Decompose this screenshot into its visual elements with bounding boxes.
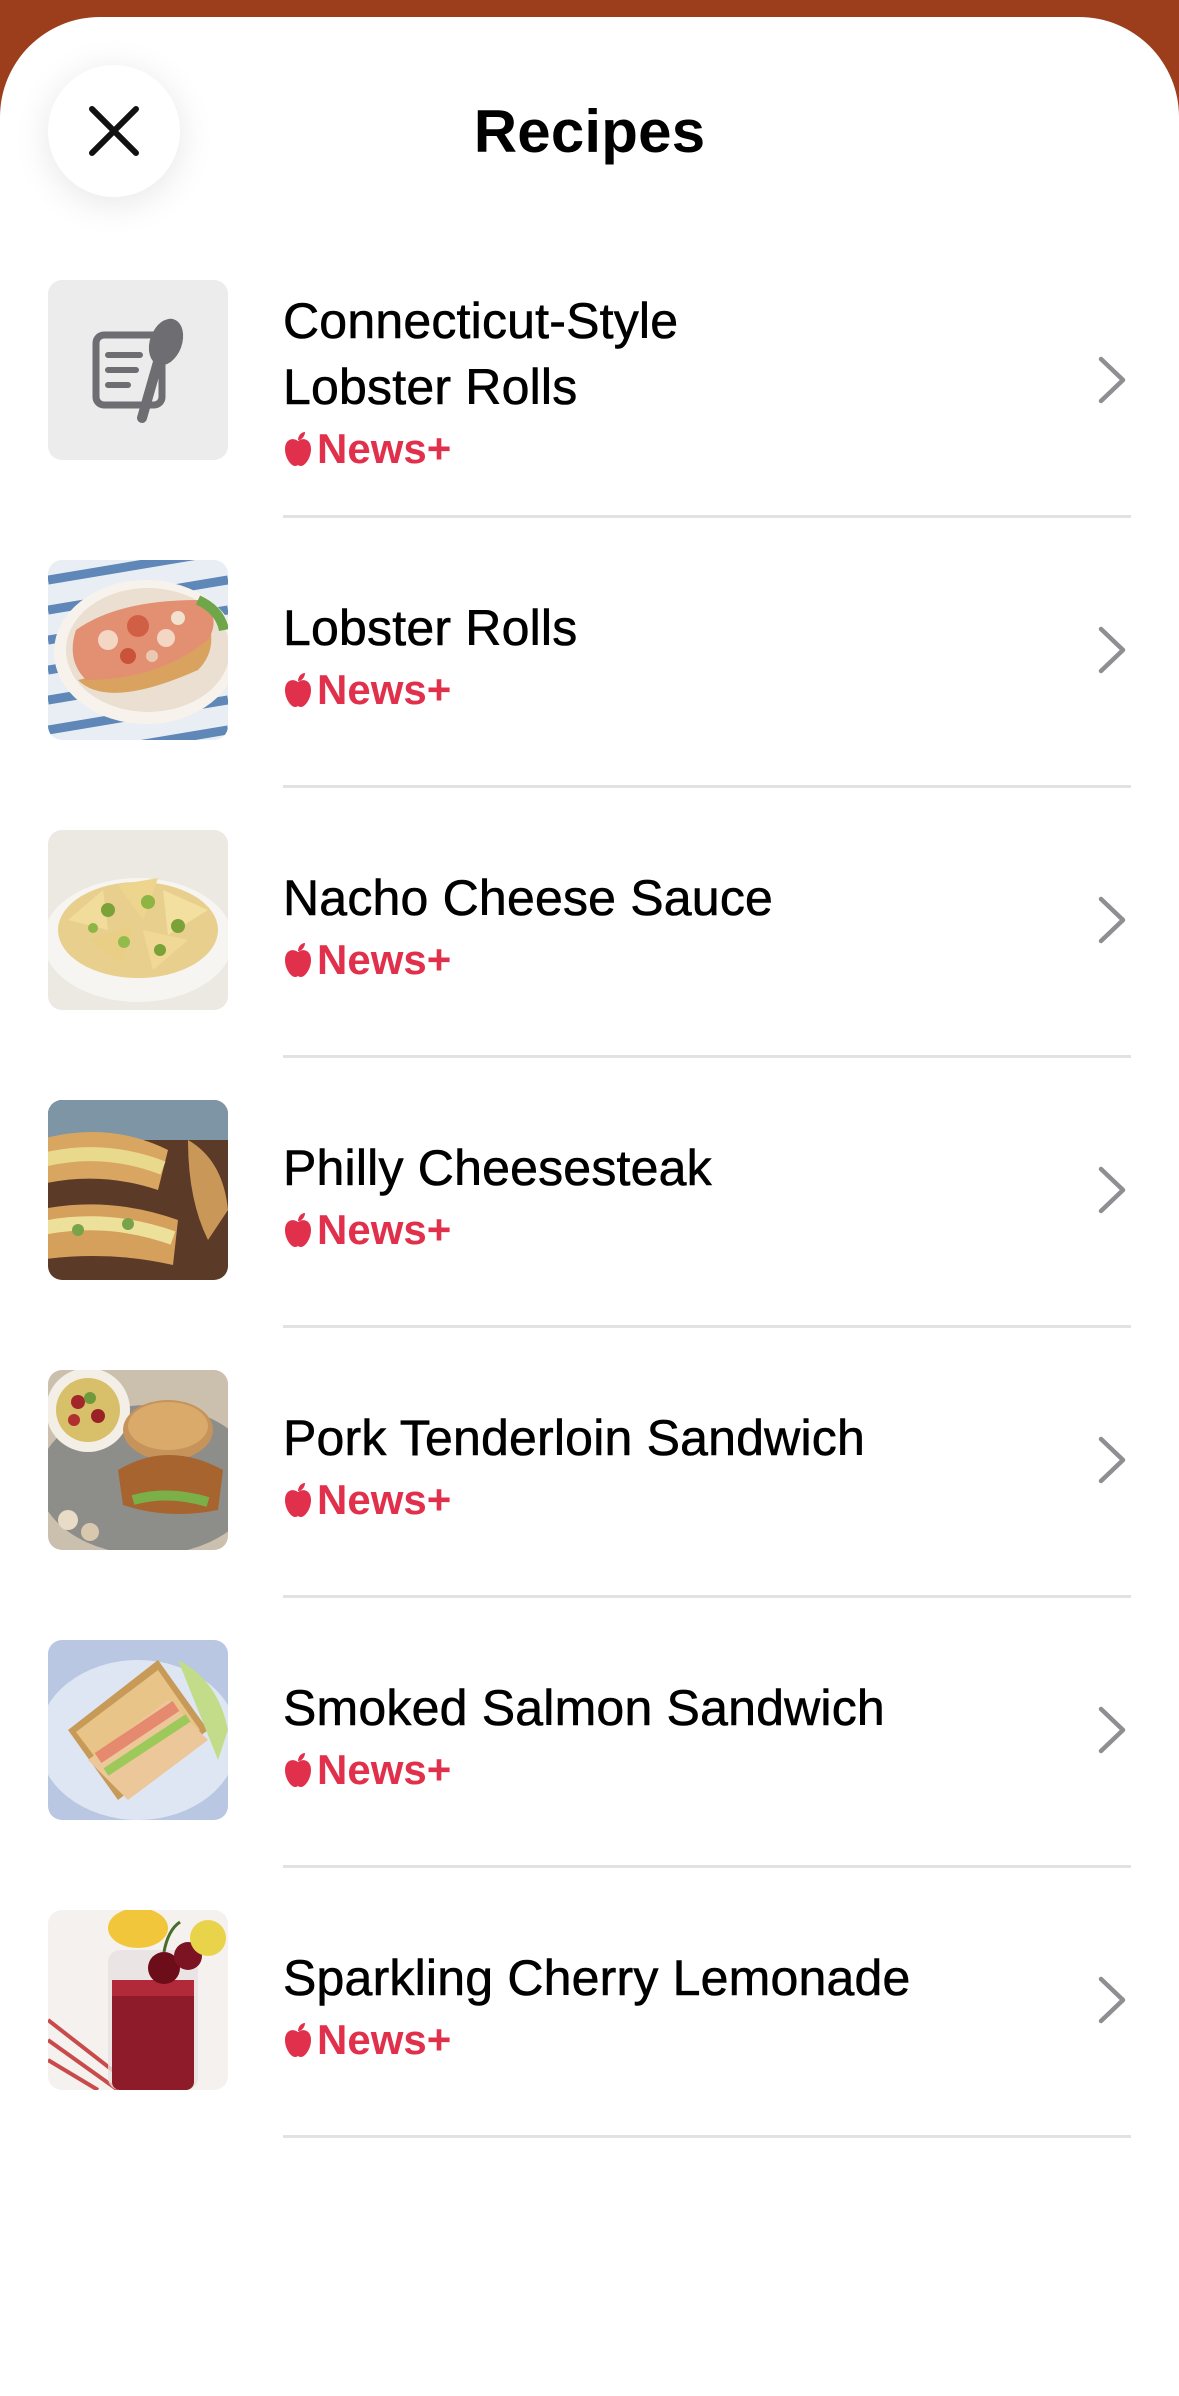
news-plus-badge: News+	[283, 422, 1029, 476]
recipe-thumbnail	[48, 1100, 228, 1280]
apple-logo-icon	[285, 2023, 311, 2057]
recipe-title-line2: Lobster Rolls	[283, 359, 578, 416]
recipe-title: Philly Cheesesteak	[283, 1140, 712, 1197]
recipe-text: Pork Tenderloin Sandwich News+	[283, 1405, 1029, 1527]
recipe-title: Sparkling Cherry Lemonade	[283, 1950, 911, 2007]
nacho-image	[48, 830, 228, 1010]
recipe-row-connecticut-lobster-rolls[interactable]: Connecticut-Style Lobster Rolls News+	[0, 245, 1179, 518]
news-plus-badge: News+	[283, 663, 1029, 717]
source-label: News+	[317, 1746, 452, 1793]
recipe-text: Smoked Salmon Sandwich News+	[283, 1675, 1029, 1797]
recipe-thumbnail	[48, 1640, 228, 1820]
salmon-sandwich-image	[48, 1640, 228, 1820]
recipe-thumbnail	[48, 560, 228, 740]
chevron-right-icon	[1098, 1976, 1126, 2024]
news-plus-badge: News+	[283, 2013, 1029, 2067]
recipe-title: Nacho Cheese Sauce	[283, 870, 774, 927]
recipe-text: Philly Cheesesteak News+	[283, 1135, 1029, 1257]
recipe-row-pork-tenderloin-sandwich[interactable]: Pork Tenderloin Sandwich News+	[0, 1325, 1179, 1598]
recipe-title: Pork Tenderloin Sandwich	[283, 1410, 865, 1467]
recipe-row-nacho-cheese-sauce[interactable]: Nacho Cheese Sauce News+	[0, 785, 1179, 1058]
recipe-title: Smoked Salmon Sandwich	[283, 1680, 885, 1737]
recipe-placeholder-thumbnail	[48, 280, 228, 460]
recipe-row-sparkling-cherry-lemonade[interactable]: Sparkling Cherry Lemonade News+	[0, 1865, 1179, 2138]
lemonade-image	[48, 1910, 228, 2090]
apple-logo-icon	[285, 1483, 311, 1517]
chevron-right-icon	[1098, 1436, 1126, 1484]
chevron-right-icon	[1098, 356, 1126, 404]
recipe-thumbnail	[48, 1370, 228, 1550]
recipe-row-smoked-salmon-sandwich[interactable]: Smoked Salmon Sandwich News+	[0, 1595, 1179, 1868]
recipe-thumbnail	[48, 1910, 228, 2090]
recipe-title: Lobster Rolls	[283, 600, 578, 657]
source-label: News+	[317, 936, 452, 983]
source-label: News+	[317, 425, 452, 472]
lobster-roll-image	[48, 560, 228, 740]
recipe-title: Connecticut-Style	[283, 293, 679, 350]
apple-logo-icon	[285, 432, 311, 466]
chevron-right-icon	[1098, 626, 1126, 674]
apple-logo-icon	[285, 673, 311, 707]
news-plus-badge: News+	[283, 1743, 1029, 1797]
recipe-text: Connecticut-Style Lobster Rolls News+	[283, 288, 1029, 476]
news-plus-badge: News+	[283, 933, 1029, 987]
news-plus-badge: News+	[283, 1473, 1029, 1527]
source-label: News+	[317, 666, 452, 713]
apple-logo-icon	[285, 943, 311, 977]
pork-sandwich-image	[48, 1370, 228, 1550]
recipe-text: Sparkling Cherry Lemonade News+	[283, 1945, 1029, 2067]
row-divider	[283, 2135, 1131, 2138]
page-title: Recipes	[473, 98, 706, 165]
chevron-right-icon	[1098, 1166, 1126, 1214]
source-label: News+	[317, 1206, 452, 1253]
recipe-document-icon	[92, 318, 184, 423]
chevron-right-icon	[1098, 1706, 1126, 1754]
source-label: News+	[317, 2016, 452, 2063]
cheesesteak-image	[48, 1100, 228, 1280]
recipe-text: Lobster Rolls News+	[283, 595, 1029, 717]
chevron-right-icon	[1098, 896, 1126, 944]
recipes-sheet: Recipes Connecticut-Style Lobster Rolls	[0, 17, 1179, 2396]
apple-logo-icon	[285, 1213, 311, 1247]
recipe-thumbnail	[48, 830, 228, 1010]
recipe-text: Nacho Cheese Sauce News+	[283, 865, 1029, 987]
recipe-row-lobster-rolls[interactable]: Lobster Rolls News+	[0, 515, 1179, 788]
source-label: News+	[317, 1476, 452, 1523]
recipe-row-philly-cheesesteak[interactable]: Philly Cheesesteak News+	[0, 1055, 1179, 1328]
news-plus-badge: News+	[283, 1203, 1029, 1257]
apple-logo-icon	[285, 1753, 311, 1787]
